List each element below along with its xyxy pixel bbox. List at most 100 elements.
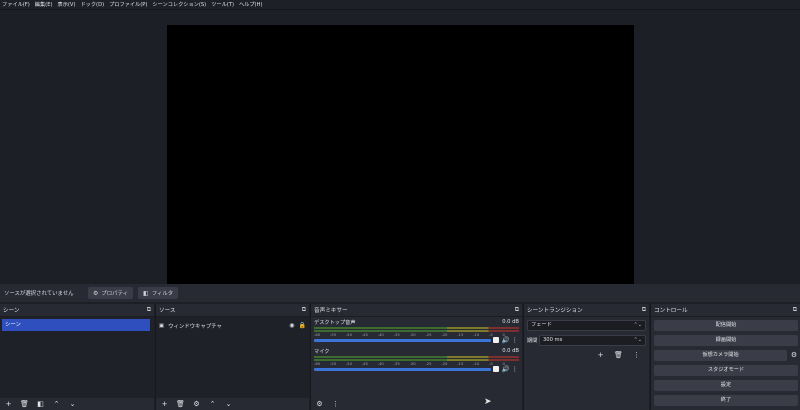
- lock-icon[interactable]: 🔒: [299, 322, 306, 329]
- transitions-title: シーントランジション: [527, 308, 583, 314]
- volume-slider-handle[interactable]: [493, 366, 499, 372]
- menu-file[interactable]: ファイル(F): [2, 0, 30, 10]
- studio-mode-button[interactable]: スタジオモード: [654, 365, 798, 376]
- trash-icon[interactable]: 🗑: [613, 350, 624, 360]
- gear-icon[interactable]: ⚙: [191, 399, 202, 409]
- tick-label: -5: [488, 361, 493, 366]
- tick-label: -60: [314, 332, 321, 337]
- tick-label: -50: [345, 361, 353, 366]
- chevron-up-icon[interactable]: ⌃: [51, 399, 62, 409]
- menu-profile[interactable]: プロファイル(P): [109, 0, 147, 10]
- mixer-title: 音声ミキサー: [314, 308, 348, 314]
- plus-icon[interactable]: +: [3, 399, 14, 409]
- volume-slider[interactable]: [314, 339, 491, 342]
- trash-icon[interactable]: 🗑: [175, 399, 186, 409]
- mixer-channel-desktop: デスクトップ音声 0.0 dB -60 -55 -50 -45 -40 -35 …: [314, 319, 519, 345]
- level-meter: [314, 356, 519, 358]
- kebab-icon[interactable]: ⋮: [512, 365, 519, 373]
- list-item[interactable]: シーン: [2, 319, 150, 331]
- mixer-dock-title: 音声ミキサー ⧉: [311, 304, 522, 317]
- mixer-body: デスクトップ音声 0.0 dB -60 -55 -50 -45 -40 -35 …: [311, 317, 522, 398]
- sources-dock-title: ソース ⧉: [156, 304, 309, 317]
- filter-icon: ◧: [143, 289, 149, 297]
- tick-label: -15: [457, 332, 464, 337]
- float-icon[interactable]: ⧉: [147, 306, 151, 314]
- chevron-down-icon[interactable]: ⌄: [223, 399, 234, 409]
- controls-dock: コントロール ⧉ 配信開始 録画開始 仮想カメラ開始 ⚙ スタジオモード 設定 …: [650, 304, 800, 410]
- float-icon[interactable]: ⧉: [642, 306, 646, 314]
- speaker-icon[interactable]: 🔊: [502, 336, 510, 344]
- tick-label: -45: [361, 332, 368, 337]
- controls-body: 配信開始 録画開始 仮想カメラ開始 ⚙ スタジオモード 設定 終了: [651, 317, 800, 410]
- float-icon[interactable]: ⧉: [793, 306, 797, 314]
- tick-label: -55: [329, 332, 337, 337]
- channel-db: 0.0 dB: [502, 319, 519, 325]
- sources-dock: ソース ⧉ ▣ ウィンドウキャプチャ ◉ 🔒 + 🗑 ⚙ ⌃ ⌄: [155, 304, 309, 410]
- transition-select[interactable]: フェード ⌃⌄: [527, 320, 646, 331]
- tick-label: -25: [425, 361, 432, 366]
- sources-list: ▣ ウィンドウキャプチャ ◉ 🔒: [156, 317, 309, 398]
- menu-tools[interactable]: ツール(T): [211, 0, 234, 10]
- mixer-channel-mic: マイク 0.0 dB -60 -55 -50 -45 -40 -35 -30 -…: [314, 348, 519, 374]
- start-streaming-button[interactable]: 配信開始: [654, 320, 798, 331]
- no-source-label: ソースが選択されていません: [4, 291, 74, 297]
- menu-bar: ファイル(F) 編集(E) 表示(V) ドック(D) プロファイル(P) シーン…: [0, 0, 800, 10]
- tick-label: -20: [441, 332, 448, 337]
- volume-slider-handle[interactable]: [493, 337, 499, 343]
- filters-button[interactable]: ◧ フィルタ: [138, 287, 179, 299]
- gear-icon[interactable]: ⚙: [790, 350, 798, 361]
- list-item[interactable]: ▣ ウィンドウキャプチャ ◉ 🔒: [159, 320, 306, 331]
- duration-value: 300 ms: [543, 337, 563, 343]
- start-recording-button[interactable]: 録画開始: [654, 335, 798, 346]
- scenes-list: シーン: [0, 317, 154, 398]
- gear-icon: ⚙: [93, 289, 99, 297]
- trash-icon[interactable]: 🗑: [19, 399, 30, 409]
- settings-button[interactable]: 設定: [654, 380, 798, 391]
- menu-scene-collection[interactable]: シーンコレクション(S): [152, 0, 206, 10]
- tick-label: -35: [393, 332, 400, 337]
- controls-dock-title: コントロール ⧉: [651, 304, 800, 317]
- tick-label: -40: [377, 361, 384, 366]
- tick-label: -50: [345, 332, 353, 337]
- sources-title: ソース: [159, 308, 176, 314]
- filters-label: フィルタ: [151, 291, 174, 297]
- duration-spinbox[interactable]: 300 ms ⌃⌄: [539, 335, 646, 346]
- plus-icon[interactable]: +: [595, 350, 606, 360]
- float-icon[interactable]: ⧉: [515, 306, 519, 314]
- plus-icon[interactable]: +: [159, 399, 170, 409]
- kebab-icon[interactable]: ⋮: [330, 399, 341, 409]
- tick-label: -10: [473, 361, 480, 366]
- sources-footer: + 🗑 ⚙ ⌃ ⌄: [156, 398, 309, 410]
- exit-button[interactable]: 終了: [654, 395, 798, 406]
- properties-button[interactable]: ⚙ プロパティ: [88, 287, 134, 299]
- tick-label: -30: [409, 332, 416, 337]
- float-icon[interactable]: ⧉: [302, 306, 306, 314]
- menu-dock[interactable]: ドック(D): [80, 0, 104, 10]
- menu-help[interactable]: ヘルプ(H): [239, 0, 263, 10]
- scenes-dock-title: シーン ⧉: [0, 304, 154, 317]
- tick-label: -60: [314, 361, 321, 366]
- transitions-body: フェード ⌃⌄ 期間 300 ms ⌃⌄ + 🗑 ⋮: [524, 317, 649, 410]
- scenes-dock: シーン ⧉ シーン + 🗑 ◧ ⌃ ⌄: [0, 304, 154, 410]
- chevron-up-icon[interactable]: ⌃: [207, 399, 218, 409]
- preview-canvas[interactable]: [167, 25, 634, 287]
- chevron-down-icon[interactable]: ⌄: [67, 399, 78, 409]
- filter-icon[interactable]: ◧: [35, 399, 46, 409]
- controls-title: コントロール: [654, 308, 688, 314]
- scene-transitions-dock: シーントランジション ⧉ フェード ⌃⌄ 期間 300 ms ⌃⌄ + 🗑 ⋮: [523, 304, 649, 410]
- kebab-icon[interactable]: ⋮: [512, 336, 519, 344]
- menu-view[interactable]: 表示(V): [58, 0, 76, 10]
- window-icon: ▣: [159, 322, 165, 329]
- eye-icon[interactable]: ◉: [289, 322, 294, 329]
- start-virtual-camera-button[interactable]: 仮想カメラ開始: [654, 350, 787, 361]
- volume-slider[interactable]: [314, 368, 491, 371]
- tick-label: -55: [329, 361, 337, 366]
- meter-scale: -60 -55 -50 -45 -40 -35 -30 -25 -20 -15 …: [314, 361, 505, 366]
- level-meter: [314, 327, 519, 329]
- speaker-icon[interactable]: 🔊: [502, 365, 510, 373]
- gear-icon[interactable]: ⚙: [314, 399, 325, 409]
- menu-edit[interactable]: 編集(E): [35, 0, 53, 10]
- kebab-icon[interactable]: ⋮: [631, 350, 642, 360]
- audio-mixer-dock: 音声ミキサー ⧉ デスクトップ音声 0.0 dB -60 -55 -50 -45…: [310, 304, 522, 410]
- transition-value: フェード: [531, 322, 552, 328]
